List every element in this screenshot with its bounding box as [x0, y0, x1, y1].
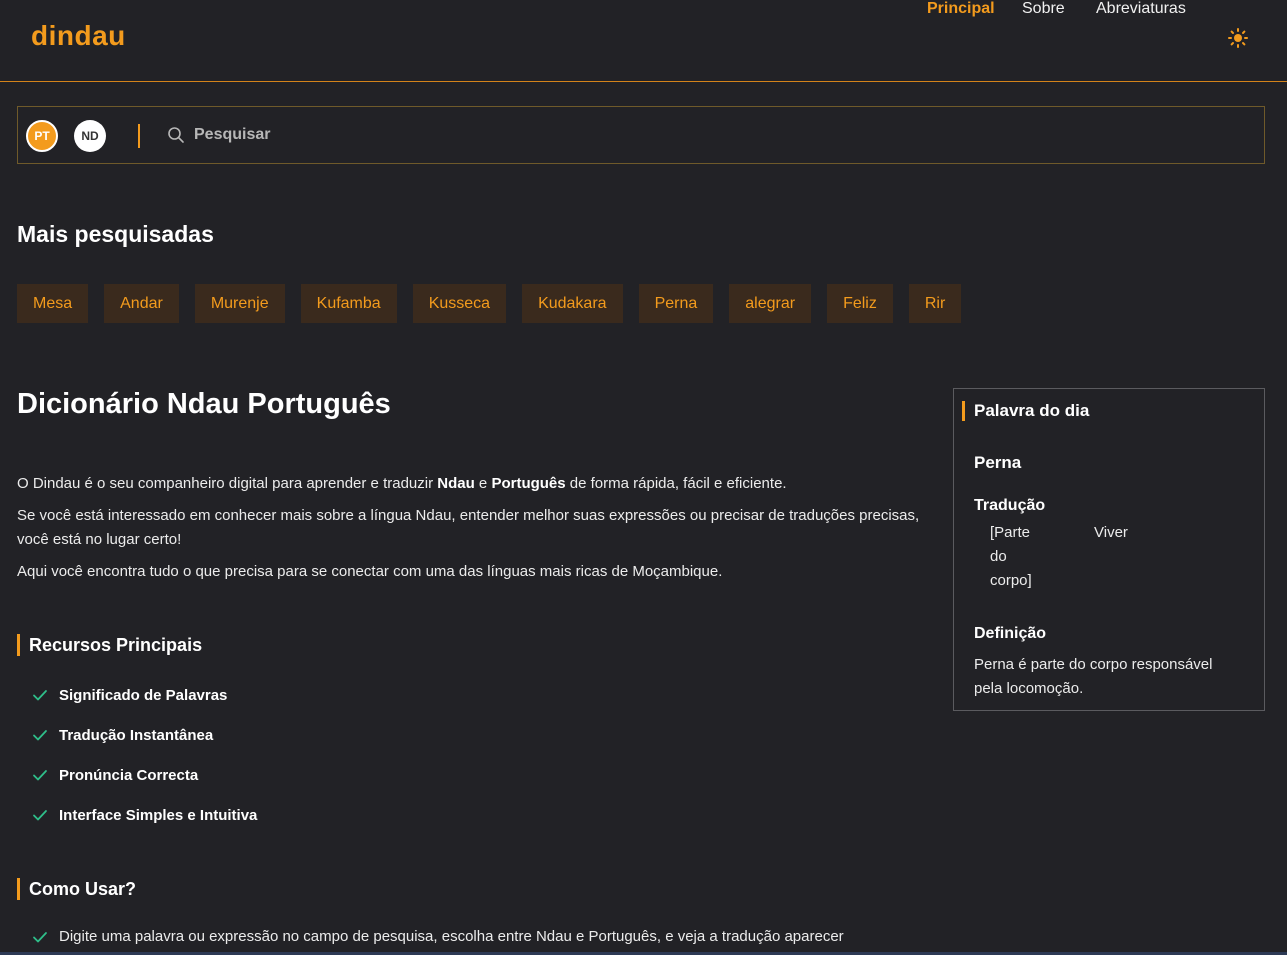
intro-ndau: Ndau	[437, 475, 475, 492]
search-divider	[138, 124, 140, 148]
intro-paragraph-1: O Dindau é o seu companheiro digital par…	[17, 472, 922, 496]
feature-item: Tradução Instantânea	[32, 715, 257, 755]
popular-words: Mesa Andar Murenje Kufamba Kusseca Kudak…	[17, 284, 962, 323]
word-of-day-word[interactable]: Perna	[974, 453, 1021, 473]
usage-item: Digite uma palavra ou expressão no campo…	[32, 928, 844, 945]
popular-word-chip[interactable]: Rir	[908, 284, 962, 323]
popular-word-chip[interactable]: Andar	[104, 284, 179, 323]
intro-text-part: e	[474, 475, 492, 492]
word-of-day-title: Palavra do dia	[962, 401, 1089, 421]
nav-abreviaturas[interactable]: Abreviaturas	[1096, 0, 1186, 18]
feature-item: Interface Simples e Intuitiva	[32, 795, 257, 835]
intro-text-part: de forma rápida, fácil e eficiente.	[565, 475, 787, 492]
search-icon	[167, 126, 185, 144]
word-of-day-card: Palavra do dia Perna Tradução [Parte do …	[953, 388, 1265, 711]
intro-text-part: O Dindau é o seu companheiro digital par…	[17, 475, 438, 492]
popular-word-chip[interactable]: Murenje	[194, 284, 285, 323]
search-input[interactable]	[192, 121, 1232, 149]
check-icon	[33, 931, 47, 942]
popular-word-chip[interactable]: alegrar	[729, 284, 812, 323]
lang-nd-button[interactable]: ND	[74, 120, 106, 152]
nav-principal[interactable]: Principal	[927, 0, 995, 18]
check-icon	[33, 690, 47, 701]
check-icon	[33, 730, 47, 741]
popular-title: Mais pesquisadas	[17, 221, 214, 247]
sun-icon[interactable]	[1228, 28, 1248, 48]
popular-word-chip[interactable]: Kudakara	[522, 284, 623, 323]
features-list: Significado de Palavras Tradução Instant…	[32, 675, 257, 835]
popular-word-chip[interactable]: Perna	[638, 284, 714, 323]
intro-text: O Dindau é o seu companheiro digital par…	[17, 472, 922, 592]
usage-text: Digite uma palavra ou expressão no campo…	[59, 928, 844, 945]
translation-value-1: [Parte do corpo]	[990, 524, 1032, 589]
feature-label: Significado de Palavras	[59, 686, 228, 704]
translation-label: Tradução	[974, 497, 1046, 514]
intro-paragraph-2: Se você está interessado em conhecer mai…	[17, 507, 920, 548]
translation-value-2: Viver	[1094, 524, 1128, 541]
popular-word-chip[interactable]: Mesa	[17, 284, 89, 323]
popular-word-chip[interactable]: Kufamba	[300, 284, 397, 323]
intro-portugues: Português	[491, 475, 566, 492]
top-header: dindau Principal Sobre Abreviaturas	[0, 0, 1287, 82]
check-icon	[33, 810, 47, 821]
feature-item: Significado de Palavras	[32, 675, 257, 715]
site-logo[interactable]: dindau	[31, 20, 126, 52]
feature-item: Pronúncia Correcta	[32, 755, 257, 795]
feature-label: Pronúncia Correcta	[59, 766, 199, 784]
popular-word-chip[interactable]: Kusseca	[412, 284, 507, 323]
nav-sobre[interactable]: Sobre	[1022, 0, 1065, 18]
definition-label: Definição	[974, 625, 1047, 642]
popular-word-chip[interactable]: Feliz	[827, 284, 893, 323]
check-icon	[33, 770, 47, 781]
features-heading: Recursos Principais	[17, 634, 202, 656]
usage-heading: Como Usar?	[17, 878, 136, 900]
feature-label: Tradução Instantânea	[59, 726, 214, 744]
page-title: Dicionário Ndau Português	[17, 388, 391, 420]
intro-paragraph-3: Aqui você encontra tudo o que precisa pa…	[17, 563, 723, 580]
lang-pt-button[interactable]: PT	[26, 120, 58, 152]
feature-label: Interface Simples e Intuitiva	[59, 806, 258, 824]
definition-text: Perna é parte do corpo responsável pela …	[974, 656, 1213, 697]
search-bar: PT ND	[17, 106, 1265, 164]
